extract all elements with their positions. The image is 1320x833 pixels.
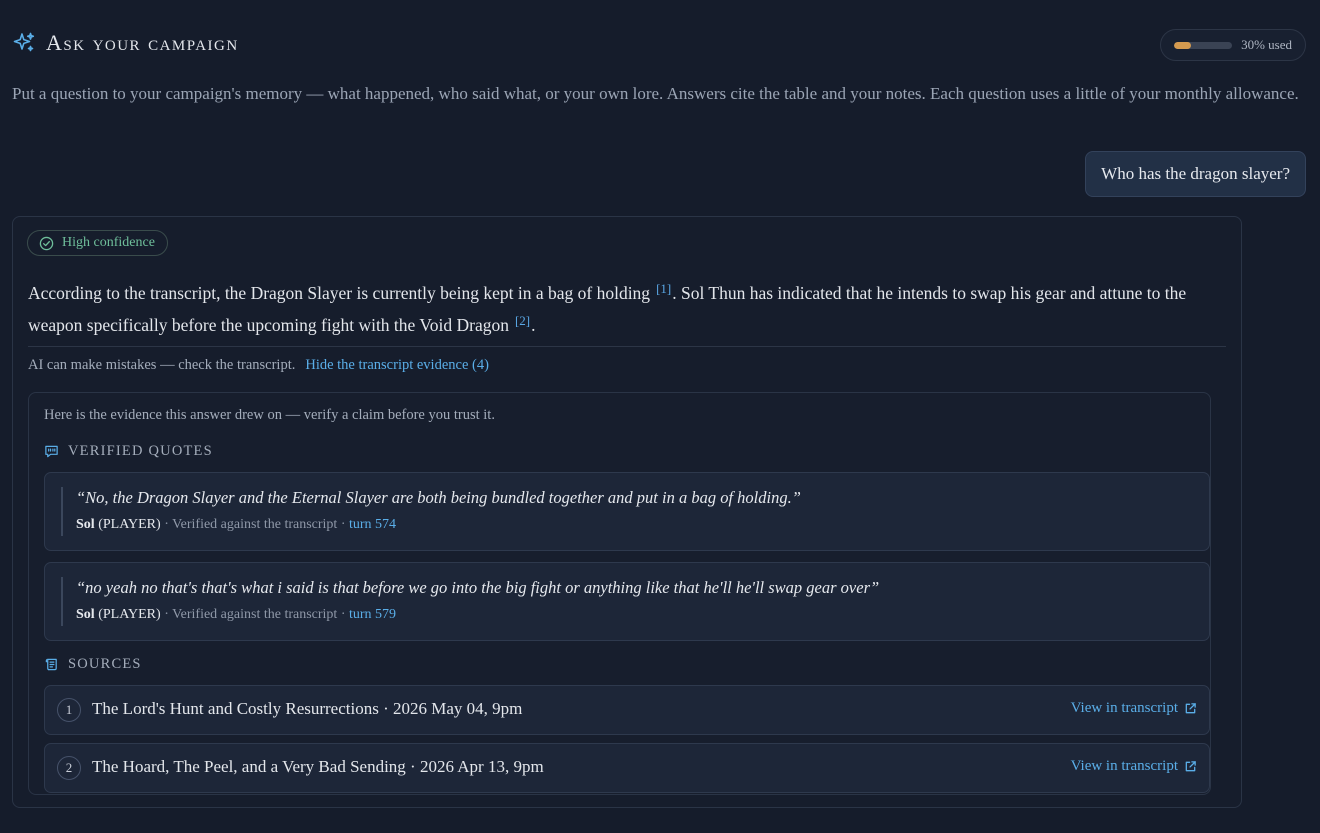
quote-turn-link[interactable]: turn 579 xyxy=(349,607,396,622)
ai-disclaimer: AI can make mistakes — check the transcr… xyxy=(28,357,296,373)
evidence-panel: Here is the evidence this answer drew on… xyxy=(28,392,1211,795)
citation-1[interactable]: [1] xyxy=(656,281,671,296)
quote-text: “no yeah no that's that's what i said is… xyxy=(76,578,880,597)
external-link-icon xyxy=(1185,761,1196,772)
answer-card: High confidence According to the transcr… xyxy=(12,216,1242,808)
quote-meta: Sol (PLAYER) · Verified against the tran… xyxy=(76,607,396,623)
quote-turn-link[interactable]: turn 574 xyxy=(349,517,396,532)
quote-card: “no yeah no that's that's what i said is… xyxy=(44,562,1210,641)
sources-label: SOURCES xyxy=(68,656,142,672)
source-title: The Lord's Hunt and Costly Resurrections… xyxy=(92,699,523,718)
intro-text: Put a question to your campaign's memory… xyxy=(12,84,1299,103)
check-circle-icon xyxy=(39,236,54,250)
view-in-transcript-link[interactable]: View in transcript xyxy=(1071,758,1197,775)
scroll-icon xyxy=(45,658,57,671)
hide-evidence-link[interactable]: Hide the transcript evidence (4) xyxy=(305,357,489,374)
view-in-transcript-label: View in transcript xyxy=(1070,758,1178,774)
usage-label: 30% used xyxy=(1241,37,1292,52)
view-in-transcript-link[interactable]: View in transcript xyxy=(1071,700,1197,717)
quote-bar xyxy=(61,487,63,536)
quote-role: (PLAYER) xyxy=(94,607,161,622)
quote-bubble-icon xyxy=(45,445,58,458)
ask-campaign-page: Ask your campaign 30% used Put a questio… xyxy=(0,0,1320,833)
confidence-badge: High confidence xyxy=(27,230,168,256)
verified-quotes-label: VERIFIED QUOTES xyxy=(68,443,213,459)
quote-meta: Sol (PLAYER) · Verified against the tran… xyxy=(76,517,396,533)
external-link-icon xyxy=(1185,703,1196,714)
source-number: 1 xyxy=(57,698,81,722)
source-number: 2 xyxy=(57,756,81,780)
user-question-bubble: Who has the dragon slayer? xyxy=(1085,151,1306,197)
answer-text-part: According to the transcript, the Dragon … xyxy=(28,283,651,303)
page-title: Ask your campaign xyxy=(46,30,239,55)
usage-track xyxy=(1174,41,1233,49)
source-row: 2 The Hoard, The Peel, and a Very Bad Se… xyxy=(44,743,1210,793)
answer-text: According to the transcript, the Dragon … xyxy=(28,275,1208,339)
quote-role: (PLAYER) xyxy=(94,517,161,532)
quote-verified: · Verified against the transcript · xyxy=(160,517,349,532)
quote-text: “No, the Dragon Slayer and the Eternal S… xyxy=(76,488,801,507)
page-header: Ask your campaign xyxy=(12,30,239,56)
confidence-label: High confidence xyxy=(62,235,155,250)
disclaimer-row: AI can make mistakes — check the transcr… xyxy=(28,357,489,374)
quote-verified: · Verified against the transcript · xyxy=(160,607,349,622)
sparkle-icon xyxy=(13,32,35,52)
source-title: The Hoard, The Peel, and a Very Bad Send… xyxy=(92,757,544,776)
quote-card: “No, the Dragon Slayer and the Eternal S… xyxy=(44,472,1210,551)
source-row: 1 The Lord's Hunt and Costly Resurrectio… xyxy=(44,685,1210,735)
answer-text-part: . xyxy=(531,315,536,335)
view-in-transcript-label: View in transcript xyxy=(1070,700,1178,716)
quote-speaker: Sol xyxy=(76,517,95,532)
usage-fill xyxy=(1174,41,1192,49)
quote-bar xyxy=(61,577,63,626)
verified-quotes-heading: VERIFIED QUOTES xyxy=(44,443,213,460)
quote-speaker: Sol xyxy=(76,607,95,622)
citation-2[interactable]: [2] xyxy=(515,313,530,328)
sources-heading: SOURCES xyxy=(44,656,142,673)
evidence-intro: Here is the evidence this answer drew on… xyxy=(44,407,495,423)
usage-meter: 30% used xyxy=(1160,29,1306,61)
divider xyxy=(28,346,1226,347)
